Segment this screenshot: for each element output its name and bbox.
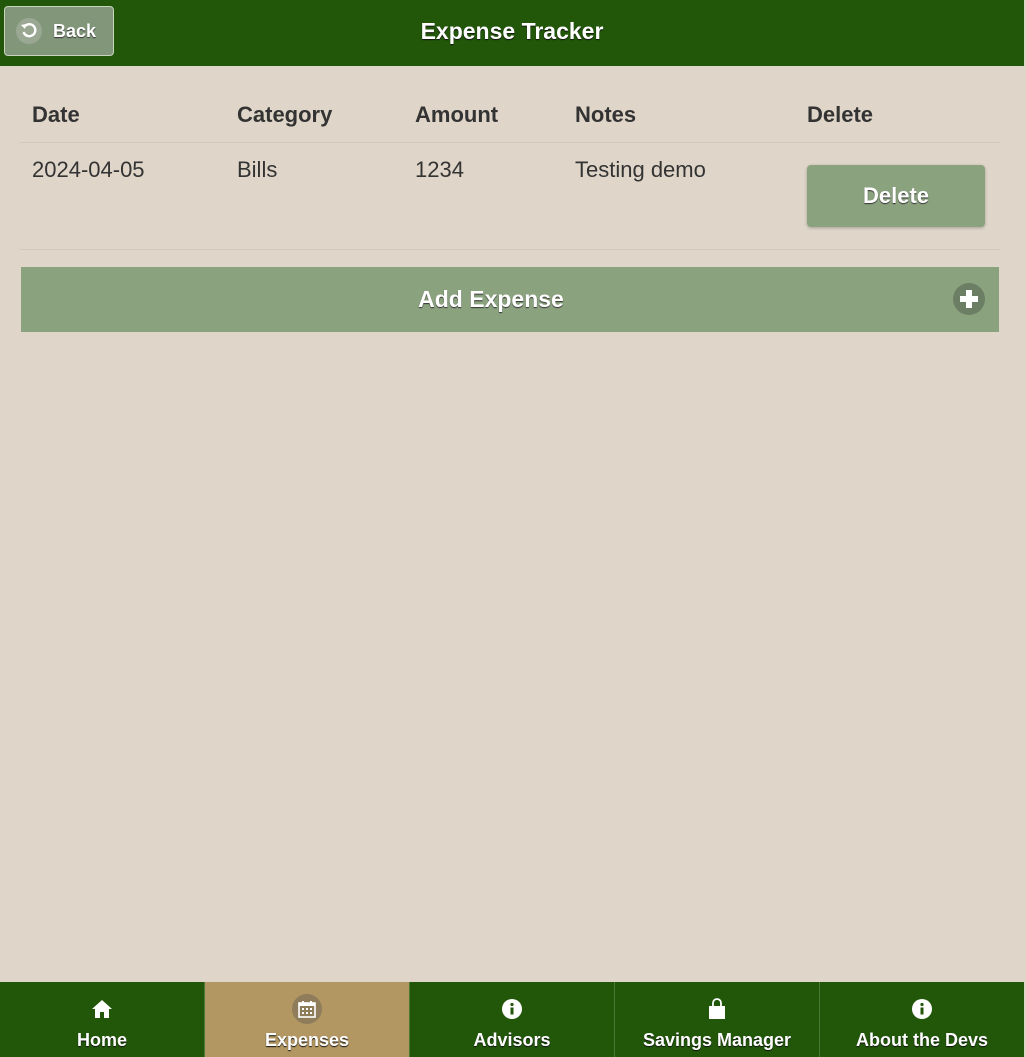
header-bar: Back Expense Tracker	[0, 0, 1024, 66]
nav-item-about-the-devs[interactable]: About the Devs	[820, 982, 1024, 1057]
shopping-bag-icon	[702, 994, 732, 1024]
cell-date: 2024-04-05	[20, 142, 225, 250]
plus-icon	[953, 283, 985, 315]
nav-item-label: Savings Manager	[642, 1030, 792, 1050]
nav-item-label: Expenses	[264, 1030, 350, 1050]
cell-category: Bills	[225, 142, 403, 250]
column-header-notes: Notes	[563, 92, 795, 143]
cell-amount: 1234	[403, 142, 563, 250]
column-header-amount: Amount	[403, 92, 563, 143]
nav-item-label: Advisors	[473, 1030, 551, 1050]
nav-item-expenses[interactable]: Expenses	[205, 982, 410, 1057]
delete-button[interactable]: Delete	[807, 165, 985, 227]
table-row: 2024-04-05 Bills 1234 Testing demo Delet…	[20, 142, 1000, 250]
expense-table: Date Category Amount Notes Delete 2024-0…	[20, 92, 1000, 250]
cell-delete: Delete	[795, 142, 1000, 250]
home-icon	[87, 994, 117, 1024]
nav-item-label: Home	[76, 1030, 127, 1050]
add-expense-label: Add Expense	[418, 286, 564, 312]
column-header-category: Category	[225, 92, 403, 143]
nav-item-advisors[interactable]: Advisors	[410, 982, 615, 1057]
cell-notes: Testing demo	[563, 142, 795, 250]
column-header-delete: Delete	[795, 92, 1000, 143]
info-icon	[497, 994, 527, 1024]
nav-item-home[interactable]: Home	[0, 982, 205, 1057]
column-header-date: Date	[20, 92, 225, 143]
nav-item-savings-manager[interactable]: Savings Manager	[615, 982, 820, 1057]
bottom-navbar: Home Expenses Advisors Savings Manager A…	[0, 982, 1024, 1057]
info-icon	[907, 994, 937, 1024]
table-header-row: Date Category Amount Notes Delete	[20, 92, 1000, 143]
nav-item-label: About the Devs	[855, 1030, 988, 1050]
page-title: Expense Tracker	[420, 18, 604, 44]
calendar-icon	[292, 994, 322, 1024]
add-expense-button[interactable]: Add Expense	[21, 267, 999, 332]
